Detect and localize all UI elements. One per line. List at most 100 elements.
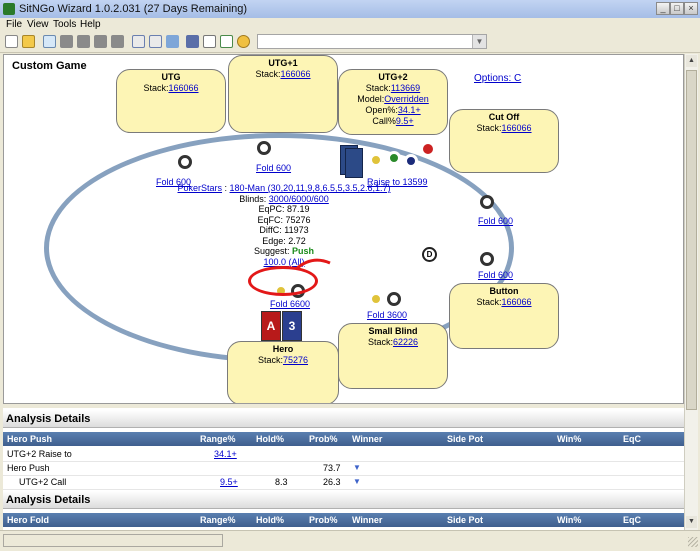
- seat-button[interactable]: Button Stack:166066: [449, 283, 559, 349]
- stack-label: Stack:: [476, 297, 502, 307]
- stack-value[interactable]: 166066: [501, 297, 531, 307]
- settings-icon[interactable]: [237, 35, 250, 48]
- col-header[interactable]: Win%: [557, 515, 581, 525]
- seat-name: UTG+2: [378, 72, 408, 82]
- table-row: UTG+2 Raise to 34.1+: [3, 448, 684, 462]
- blinds-value[interactable]: 3000/6000/600: [269, 194, 329, 204]
- col-header[interactable]: Range%: [200, 434, 236, 444]
- paste-icon[interactable]: [149, 35, 162, 48]
- stack-label: Stack:: [143, 83, 169, 93]
- new-file-icon[interactable]: [5, 35, 18, 48]
- tool-gray-icon-3[interactable]: [94, 35, 107, 48]
- seat-cutoff[interactable]: Cut Off Stack:166066: [449, 109, 559, 173]
- vertical-scrollbar[interactable]: ▲ ▼: [684, 54, 698, 530]
- col-header[interactable]: Hold%: [256, 515, 284, 525]
- resize-grip-icon[interactable]: [688, 537, 698, 547]
- hand-history-icon[interactable]: [166, 35, 179, 48]
- tool-gray-icon-1[interactable]: [60, 35, 73, 48]
- col-header[interactable]: EqC: [623, 515, 641, 525]
- scroll-thumb[interactable]: [686, 70, 697, 410]
- game-selector-combo[interactable]: ▼: [257, 34, 487, 49]
- col-header[interactable]: Hold%: [256, 434, 284, 444]
- col-header[interactable]: Hero Fold: [7, 515, 49, 525]
- edit-icon[interactable]: [220, 35, 233, 48]
- chip-icon: [257, 141, 271, 155]
- col-header[interactable]: Range%: [200, 515, 236, 525]
- copy-icon[interactable]: [132, 35, 145, 48]
- analysis-header-row: Hero Fold Range% Hold% Prob% Winner Side…: [3, 513, 684, 527]
- eqpc-value: 87.19: [287, 204, 310, 214]
- model-value[interactable]: Overridden: [384, 94, 429, 104]
- stack-value[interactable]: 113669: [391, 83, 420, 93]
- diffc-value: 11973: [284, 225, 309, 235]
- seat-utg2[interactable]: UTG+2 Stack:113669 Model:Overridden Open…: [338, 69, 448, 135]
- structure-link[interactable]: 180-Man (30,20,11,9,8,6.5,5,3.5,2.6,1.7): [230, 183, 391, 193]
- calculator-icon[interactable]: [186, 35, 199, 48]
- window-title: SitNGo Wizard 1.0.2.031 (27 Days Remaini…: [19, 3, 248, 15]
- action-utg1[interactable]: Fold 600: [256, 163, 291, 173]
- scroll-down-icon[interactable]: ▼: [686, 516, 697, 528]
- hand-summary: PokerStars : 180-Man (30,20,11,9,8,6.5,5…: [154, 183, 414, 267]
- range-link[interactable]: 9.5+: [220, 477, 238, 487]
- col-header[interactable]: Hero Push: [7, 434, 52, 444]
- action-small-blind[interactable]: Fold 3600: [367, 310, 407, 320]
- stack-value[interactable]: 75276: [283, 355, 308, 365]
- chart-icon[interactable]: [203, 35, 216, 48]
- menu-help[interactable]: Help: [80, 19, 101, 30]
- col-header[interactable]: Side Pot: [447, 434, 483, 444]
- close-button[interactable]: ×: [684, 2, 698, 15]
- stack-value[interactable]: 166066: [501, 123, 531, 133]
- col-header[interactable]: Winner: [352, 515, 382, 525]
- open-label: Open%:: [365, 105, 398, 115]
- seat-name: Small Blind: [368, 326, 418, 336]
- import-icon[interactable]: [43, 35, 56, 48]
- menu-view[interactable]: View: [27, 19, 49, 30]
- table-view: Custom Game Options: C UTG Stack:166066 …: [3, 54, 684, 404]
- stack-label: Stack:: [476, 123, 502, 133]
- app-icon: [3, 3, 15, 15]
- open-value[interactable]: 34.1+: [398, 105, 421, 115]
- suggest-line: Suggest: Push: [253, 246, 315, 256]
- expand-triangle-icon[interactable]: ▼: [353, 463, 361, 472]
- chip-icon: [387, 151, 401, 165]
- col-header[interactable]: EqC: [623, 434, 641, 444]
- maximize-button[interactable]: □: [670, 2, 684, 15]
- col-header[interactable]: Side Pot: [447, 515, 483, 525]
- call-value[interactable]: 9.5+: [396, 116, 414, 126]
- chevron-down-icon[interactable]: ▼: [472, 35, 486, 48]
- stack-value[interactable]: 166066: [168, 83, 198, 93]
- seat-utg1[interactable]: UTG+1 Stack:166066: [228, 55, 338, 133]
- chip-icon: [480, 195, 494, 209]
- col-header[interactable]: Win%: [557, 434, 581, 444]
- col-header[interactable]: Prob%: [309, 515, 338, 525]
- menu-tools[interactable]: Tools: [53, 19, 76, 30]
- stack-value[interactable]: 166066: [280, 69, 310, 79]
- chip-icon: [369, 292, 383, 306]
- hero-card-1: A: [261, 311, 281, 341]
- seat-utg[interactable]: UTG Stack:166066: [116, 69, 226, 133]
- site-link[interactable]: PokerStars: [178, 183, 223, 193]
- col-header[interactable]: Prob%: [309, 434, 338, 444]
- menu-file[interactable]: File: [6, 19, 22, 30]
- col-header[interactable]: Winner: [352, 434, 382, 444]
- tool-gray-icon-2[interactable]: [77, 35, 90, 48]
- action-hero[interactable]: Fold 6600: [270, 299, 310, 309]
- action-button[interactable]: Fold 600: [478, 270, 513, 280]
- structure-line: PokerStars : 180-Man (30,20,11,9,8,6.5,5…: [177, 183, 391, 193]
- action-cutoff[interactable]: Fold 600: [478, 216, 513, 226]
- stack-value[interactable]: 62226: [393, 337, 418, 347]
- analysis-panel: Analysis Details Hero Push Range% Hold% …: [3, 408, 684, 530]
- range-link[interactable]: 34.1+: [214, 449, 237, 459]
- expand-triangle-icon[interactable]: ▼: [353, 477, 361, 486]
- deck-card: [345, 148, 363, 178]
- options-link[interactable]: Options: C: [474, 73, 521, 84]
- chip-icon: [404, 154, 418, 168]
- scroll-up-icon[interactable]: ▲: [686, 55, 697, 67]
- open-folder-icon[interactable]: [22, 35, 35, 48]
- seat-small-blind[interactable]: Small Blind Stack:62226: [338, 323, 448, 389]
- edge-line: Edge: 2.72: [262, 235, 306, 246]
- table-row: Hero Push 73.7 ▼: [3, 462, 684, 476]
- seat-hero[interactable]: Hero Stack:75276: [227, 341, 339, 403]
- minimize-button[interactable]: _: [656, 2, 670, 15]
- tool-gray-icon-4[interactable]: [111, 35, 124, 48]
